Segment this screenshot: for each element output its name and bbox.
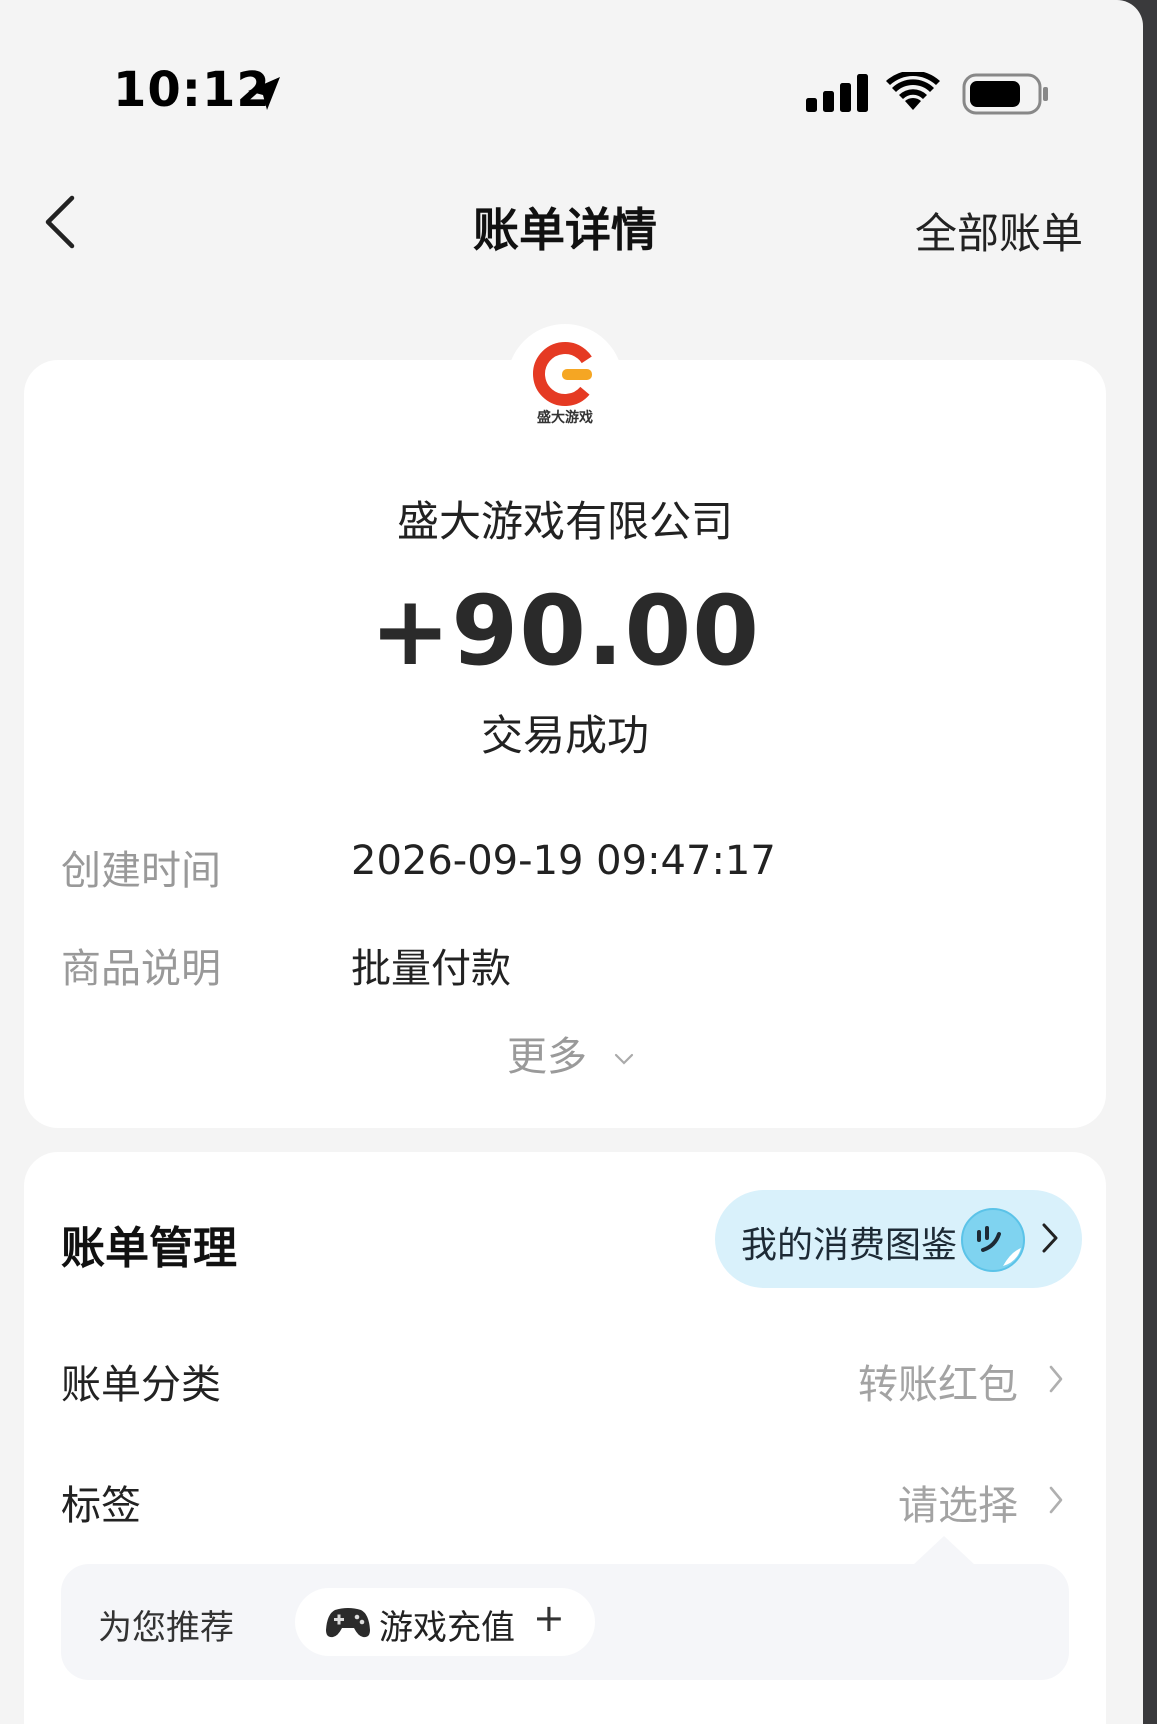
transaction-amount: +90.00	[369, 575, 761, 687]
status-bar: 10:12	[0, 0, 1143, 150]
merchant-logo: 盛大游戏	[533, 342, 597, 426]
bill-category-value: 转账红包	[858, 1362, 1018, 1408]
product-desc-value: 批量付款	[351, 946, 511, 992]
cellular-signal-icon	[806, 74, 868, 112]
chevron-down-icon	[614, 1053, 633, 1065]
sticker-face-icon	[961, 1208, 1025, 1272]
game-recharge-tag-chip[interactable]: 游戏充值 +	[295, 1588, 595, 1656]
game-recharge-label: 游戏充值	[379, 1608, 515, 1648]
wifi-icon	[886, 72, 940, 110]
created-time-value: 2026-09-19 09:47:17	[351, 838, 776, 884]
chevron-right-icon	[1042, 1223, 1058, 1253]
merchant-logo-caption: 盛大游戏	[537, 409, 593, 426]
more-label: 更多	[507, 1034, 587, 1080]
transaction-status: 交易成功	[480, 711, 649, 760]
consumption-atlas-button[interactable]: 我的消费图鉴	[715, 1190, 1082, 1288]
add-icon: +	[533, 1596, 565, 1640]
created-time-label: 创建时间	[61, 848, 221, 894]
tag-value: 请选择	[898, 1483, 1018, 1529]
bill-category-label: 账单分类	[61, 1362, 221, 1408]
bill-category-row[interactable]: 账单分类 转账红包	[24, 1330, 1106, 1430]
recommend-panel: 为您推荐 游戏充值 +	[61, 1564, 1069, 1680]
battery-icon	[962, 73, 1048, 115]
location-arrow-icon	[248, 77, 280, 110]
gamepad-icon	[326, 1608, 370, 1638]
tag-label: 标签	[61, 1483, 141, 1529]
chevron-right-icon	[1049, 1365, 1063, 1393]
consumption-atlas-label: 我的消费图鉴	[741, 1225, 958, 1266]
nav-bar: 账单详情 全部账单	[0, 180, 1143, 260]
recommend-pointer	[912, 1536, 976, 1566]
merchant-name: 盛大游戏有限公司	[396, 497, 733, 546]
recommend-label: 为您推荐	[98, 1608, 234, 1648]
product-desc-label: 商品说明	[61, 946, 221, 992]
section-title: 账单管理	[61, 1223, 237, 1274]
more-details-button[interactable]: 更多	[507, 1024, 634, 1082]
chevron-right-icon	[1049, 1486, 1063, 1514]
screen: 10:12 账单详情 全部账单 盛大游戏 盛大游戏有限公司 +90.00 交易成…	[0, 0, 1143, 1724]
all-bills-link[interactable]: 全部账单	[915, 200, 1083, 261]
